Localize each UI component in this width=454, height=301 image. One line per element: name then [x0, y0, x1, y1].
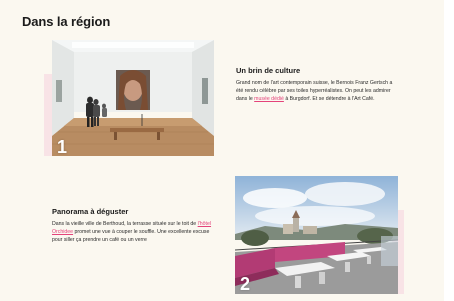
item-2-text: Dans la vieille ville de Berthoud, la te… — [52, 220, 214, 244]
section-title: Dans la région — [22, 14, 111, 29]
item-1-text: Grand nom de l'art contemporain suisse, … — [236, 79, 396, 103]
page-edge — [444, 0, 454, 301]
item-1-title: Un brin de culture — [236, 66, 301, 75]
museum-link[interactable]: musée dédié — [254, 96, 284, 102]
item-2-text-end: promet une vue à couper le souffle. Une … — [52, 229, 210, 243]
item-1-text-end: à Burgdorf. Et se détendre à l'Art Café. — [283, 96, 375, 102]
museum-photo — [52, 40, 214, 156]
item-2-text-start: Dans la vieille ville de Berthoud, la te… — [52, 221, 198, 227]
terrace-photo — [235, 176, 398, 294]
article-page: Dans la région 1 Un brin de culture Gran… — [0, 0, 444, 301]
item-1-number: 1 — [57, 137, 68, 157]
item-2-title: Panorama à déguster — [52, 207, 129, 216]
item-2-number: 2 — [240, 274, 251, 294]
